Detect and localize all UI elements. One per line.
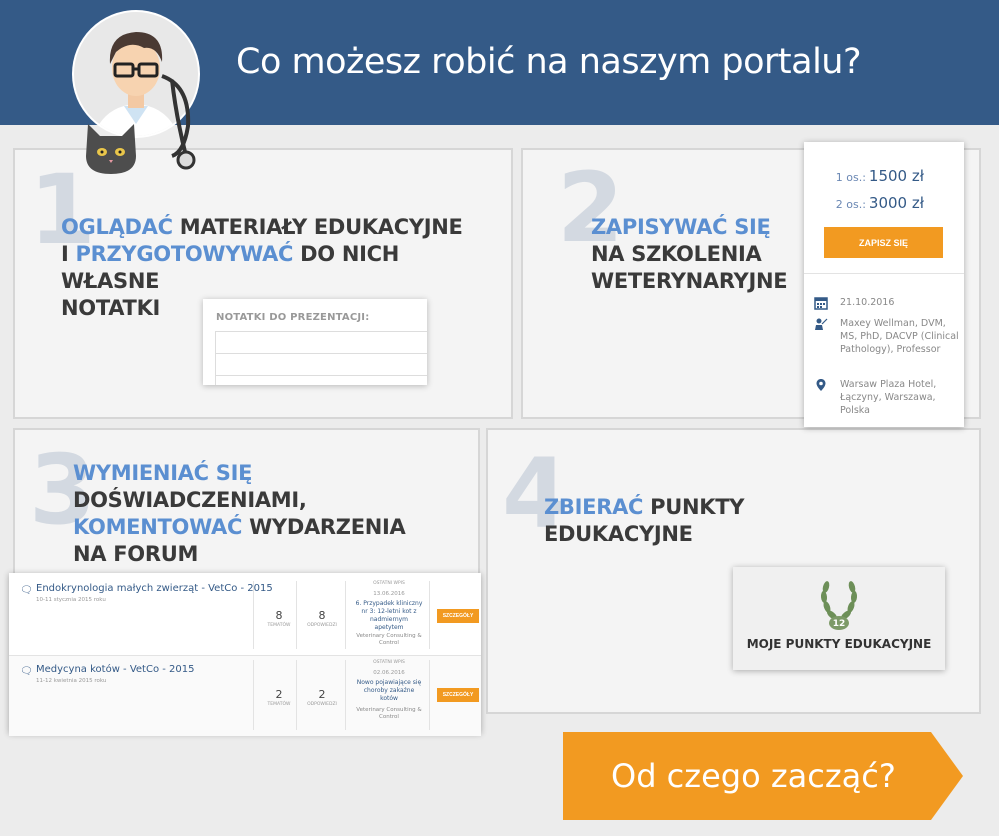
- details-button[interactable]: SZCZEGÓŁY: [437, 609, 479, 623]
- panel-text-line: NA FORUM: [73, 541, 483, 568]
- details-button[interactable]: SZCZEGÓŁY: [437, 688, 479, 702]
- highlight-text: ZAPISYWAĆ SIĘ: [591, 215, 771, 239]
- last-post-date: 13.06.2016: [373, 591, 405, 597]
- forum-row-title[interactable]: Endokrynologia małych zwierząt - VetCo -…: [36, 583, 273, 594]
- location-pin-icon: [816, 379, 826, 391]
- panel-text-line: EDUKACYJNE: [544, 521, 844, 548]
- last-post-author: Veterinary Consulting & Control: [356, 707, 422, 720]
- get-started-button[interactable]: Od czego zacząć?: [563, 732, 963, 820]
- notes-textarea[interactable]: [215, 331, 427, 385]
- body-text: WETERYNARYJNE: [591, 269, 788, 293]
- panel-text-line: KOMENTOWAĆ WYDARZENIA: [73, 514, 483, 541]
- panel-text-line: NA SZKOLENIA: [591, 241, 821, 268]
- notes-card: NOTATKI DO PREZENTACJI:: [203, 299, 427, 385]
- chat-bubble-icon: 🗨: [20, 585, 33, 596]
- body-text: I: [61, 242, 76, 266]
- forum-card: 🗨 Endokrynologia małych zwierząt - VetCo…: [9, 573, 481, 736]
- price-row-1: 1 os.: 1500 zł: [835, 167, 924, 185]
- forum-row[interactable]: 🗨 Medycyna kotów - VetCo - 2015 11-12 kw…: [9, 656, 481, 736]
- last-post-label: OSTATNI WPIS: [373, 581, 405, 586]
- topics-count: 2: [275, 688, 283, 701]
- last-post-title[interactable]: 6. Przypadek kliniczny nr 3: 12-letni ko…: [355, 600, 423, 632]
- highlight-text: KOMENTOWAĆ: [73, 515, 243, 539]
- body-text: MATERIAŁY EDUKACYJNE: [172, 215, 463, 239]
- last-post-author: Veterinary Consulting & Control: [356, 633, 422, 646]
- event-date: 21.10.2016: [840, 297, 895, 308]
- last-post-title[interactable]: Nowo pojawiające się choroby zakaźne kot…: [355, 679, 423, 703]
- forum-row-title[interactable]: Medycyna kotów - VetCo - 2015: [36, 664, 195, 675]
- signup-button[interactable]: ZAPISZ SIĘ: [824, 227, 943, 258]
- notes-label: NOTATKI DO PREZENTACJI:: [216, 312, 370, 323]
- panel-text-line: ZAPISYWAĆ SIĘ: [591, 214, 821, 241]
- body-text: DOŚWIADCZENIAMI,: [73, 488, 307, 512]
- panel-text-line: OGLĄDAĆ MATERIAŁY EDUKACYJNE: [61, 214, 501, 241]
- body-text: PUNKTY: [643, 495, 745, 519]
- body-text: NA SZKOLENIA: [591, 242, 762, 266]
- forum-row-date: 11-12 kwietnia 2015 roku: [36, 678, 107, 684]
- body-text: WYDARZENIA: [242, 515, 406, 539]
- points-card: 12 MOJE PUNKTY EDUKACYJNE: [733, 567, 945, 670]
- chat-bubble-icon: 🗨: [20, 666, 33, 677]
- event-card: 1 os.: 1500 zł 2 os.: 3000 zł ZAPISZ SIĘ 2…: [804, 142, 964, 427]
- topics-label: TEMATÓW: [267, 702, 291, 707]
- replies-label: ODPOWIEDZI: [307, 623, 337, 628]
- highlight-text: PRZYGOTOWYWAĆ: [75, 242, 294, 266]
- laurel-wreath-icon: 12: [820, 581, 858, 630]
- last-post-date: 02.06.2016: [373, 670, 405, 676]
- replies-count: 8: [318, 609, 326, 622]
- highlight-text: ZBIERAĆ: [544, 495, 644, 519]
- vet-avatar-icon: [72, 10, 200, 174]
- panel-text-line: I PRZYGOTOWYWAĆ DO NICH WŁASNE: [61, 241, 501, 295]
- panel-text: ZBIERAĆ PUNKTY EDUKACYJNE: [544, 494, 844, 548]
- body-text: EDUKACYJNE: [544, 522, 693, 546]
- panel-text-line: ZBIERAĆ PUNKTY: [544, 494, 844, 521]
- panel-text-line: WYMIENIAĆ SIĘ DOŚWIADCZENIAMI,: [73, 460, 483, 514]
- points-label: MOJE PUNKTY EDUKACYJNE: [746, 637, 932, 651]
- replies-label: ODPOWIEDZI: [307, 702, 337, 707]
- last-post-label: OSTATNI WPIS: [373, 660, 405, 665]
- highlight-text: OGLĄDAĆ: [61, 215, 173, 239]
- calendar-icon: [814, 297, 828, 310]
- highlight-text: WYMIENIAĆ SIĘ: [73, 461, 253, 485]
- panel-text-line: WETERYNARYJNE: [591, 268, 821, 295]
- body-text: NOTATKI: [61, 296, 161, 320]
- event-lecturer: Maxey Wellman, DVM, MS, PhD, DACVP (Clin…: [840, 318, 959, 355]
- topics-label: TEMATÓW: [267, 623, 291, 628]
- forum-row-date: 10-11 stycznia 2015 roku: [36, 597, 106, 603]
- page-title: Co możesz robić na naszym portalu?: [236, 42, 862, 82]
- panel-text: ZAPISYWAĆ SIĘ NA SZKOLENIA WETERYNARYJNE: [591, 214, 821, 295]
- replies-count: 2: [318, 688, 326, 701]
- body-text: NA FORUM: [73, 542, 199, 566]
- topics-count: 8: [275, 609, 283, 622]
- panel-text: WYMIENIAĆ SIĘ DOŚWIADCZENIAMI, KOMENTOWAĆ…: [73, 460, 483, 568]
- points-count: 12: [833, 619, 846, 629]
- forum-row[interactable]: 🗨 Endokrynologia małych zwierząt - VetCo…: [9, 575, 481, 655]
- price-row-2: 2 os.: 3000 zł: [835, 194, 924, 212]
- lecturer-icon: [815, 318, 828, 330]
- event-location: Warsaw Plaza Hotel, Łączyny, Warszawa, P…: [840, 379, 937, 416]
